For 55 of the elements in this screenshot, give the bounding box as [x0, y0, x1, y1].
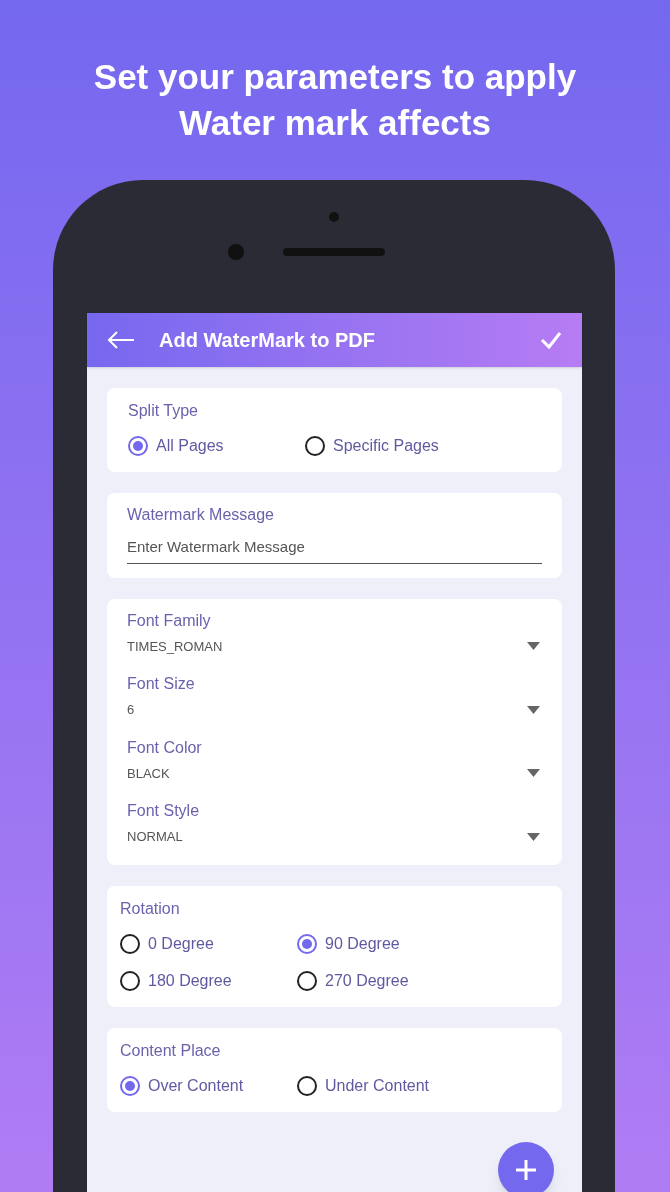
sensor-icon: [228, 244, 244, 260]
dropdown[interactable]: TIMES_ROMAN: [127, 636, 542, 656]
radio-label: Over Content: [148, 1075, 244, 1096]
input-field[interactable]: Enter Watermark Message: [127, 536, 542, 559]
dropdown-value: NORMAL: [127, 828, 183, 846]
radio-option[interactable]: 180 Degree: [120, 968, 297, 993]
dropdown-value: TIMES_ROMAN: [127, 637, 223, 656]
radio-option[interactable]: Under Content: [297, 1073, 474, 1098]
dropdown-value: 6: [127, 701, 135, 719]
field-label: Split Type: [128, 401, 199, 421]
check-icon[interactable]: [540, 331, 562, 349]
camera-icon: [329, 212, 339, 222]
radio-label: All Pages: [156, 436, 224, 456]
screen-title: Add WaterMark to PDF: [159, 328, 376, 353]
field-label: Font Size: [127, 674, 196, 694]
plus-icon: [515, 1158, 537, 1181]
radio-button[interactable]: [120, 970, 140, 991]
radio-label: 0 Degree: [148, 933, 214, 954]
radio-button[interactable]: [297, 933, 317, 954]
headline: Set your parameters to apply Water mark affects: [93, 56, 577, 144]
radio-label: Under Content: [325, 1075, 430, 1096]
text-field[interactable]: Enter Watermark Message: [127, 536, 542, 564]
field-label: Font Color: [127, 737, 203, 758]
radio-option[interactable]: 270 Degree: [297, 968, 474, 993]
field-label: Font Style: [127, 801, 201, 821]
back-icon[interactable]: [107, 331, 135, 349]
speaker-icon: [283, 248, 385, 256]
field-label: Content Place: [120, 1040, 222, 1061]
radio-label: 180 Degree: [148, 970, 232, 991]
dropdown[interactable]: 6: [127, 700, 542, 720]
radio-option[interactable]: All Pages: [128, 434, 305, 458]
caret-icon: [527, 832, 540, 841]
caret-icon: [527, 769, 540, 778]
radio-option[interactable]: 0 Degree: [120, 931, 297, 956]
radio-label: Specific Pages: [333, 436, 439, 456]
radio-option[interactable]: Specific Pages: [305, 434, 482, 458]
radio-button[interactable]: [120, 1075, 140, 1096]
radio-button[interactable]: [305, 436, 325, 456]
caret-icon: [527, 705, 540, 714]
radio-label: 270 Degree: [325, 970, 409, 991]
dropdown[interactable]: BLACK: [127, 763, 542, 783]
radio-option[interactable]: Over Content: [120, 1073, 297, 1098]
caret-icon: [527, 642, 540, 651]
radio-option[interactable]: 90 Degree: [297, 931, 474, 956]
dropdown-value: BLACK: [127, 764, 170, 783]
radio-button[interactable]: [120, 933, 140, 954]
field-label: Watermark Message: [127, 505, 275, 525]
field-label: Rotation: [120, 898, 181, 919]
field-label: Font Family: [127, 610, 212, 631]
add-button[interactable]: [498, 1141, 554, 1192]
radio-label: 90 Degree: [325, 933, 400, 954]
radio-button[interactable]: [297, 1075, 317, 1096]
radio-button[interactable]: [128, 436, 148, 456]
radio-button[interactable]: [297, 970, 317, 991]
dropdown[interactable]: NORMAL: [127, 827, 542, 847]
